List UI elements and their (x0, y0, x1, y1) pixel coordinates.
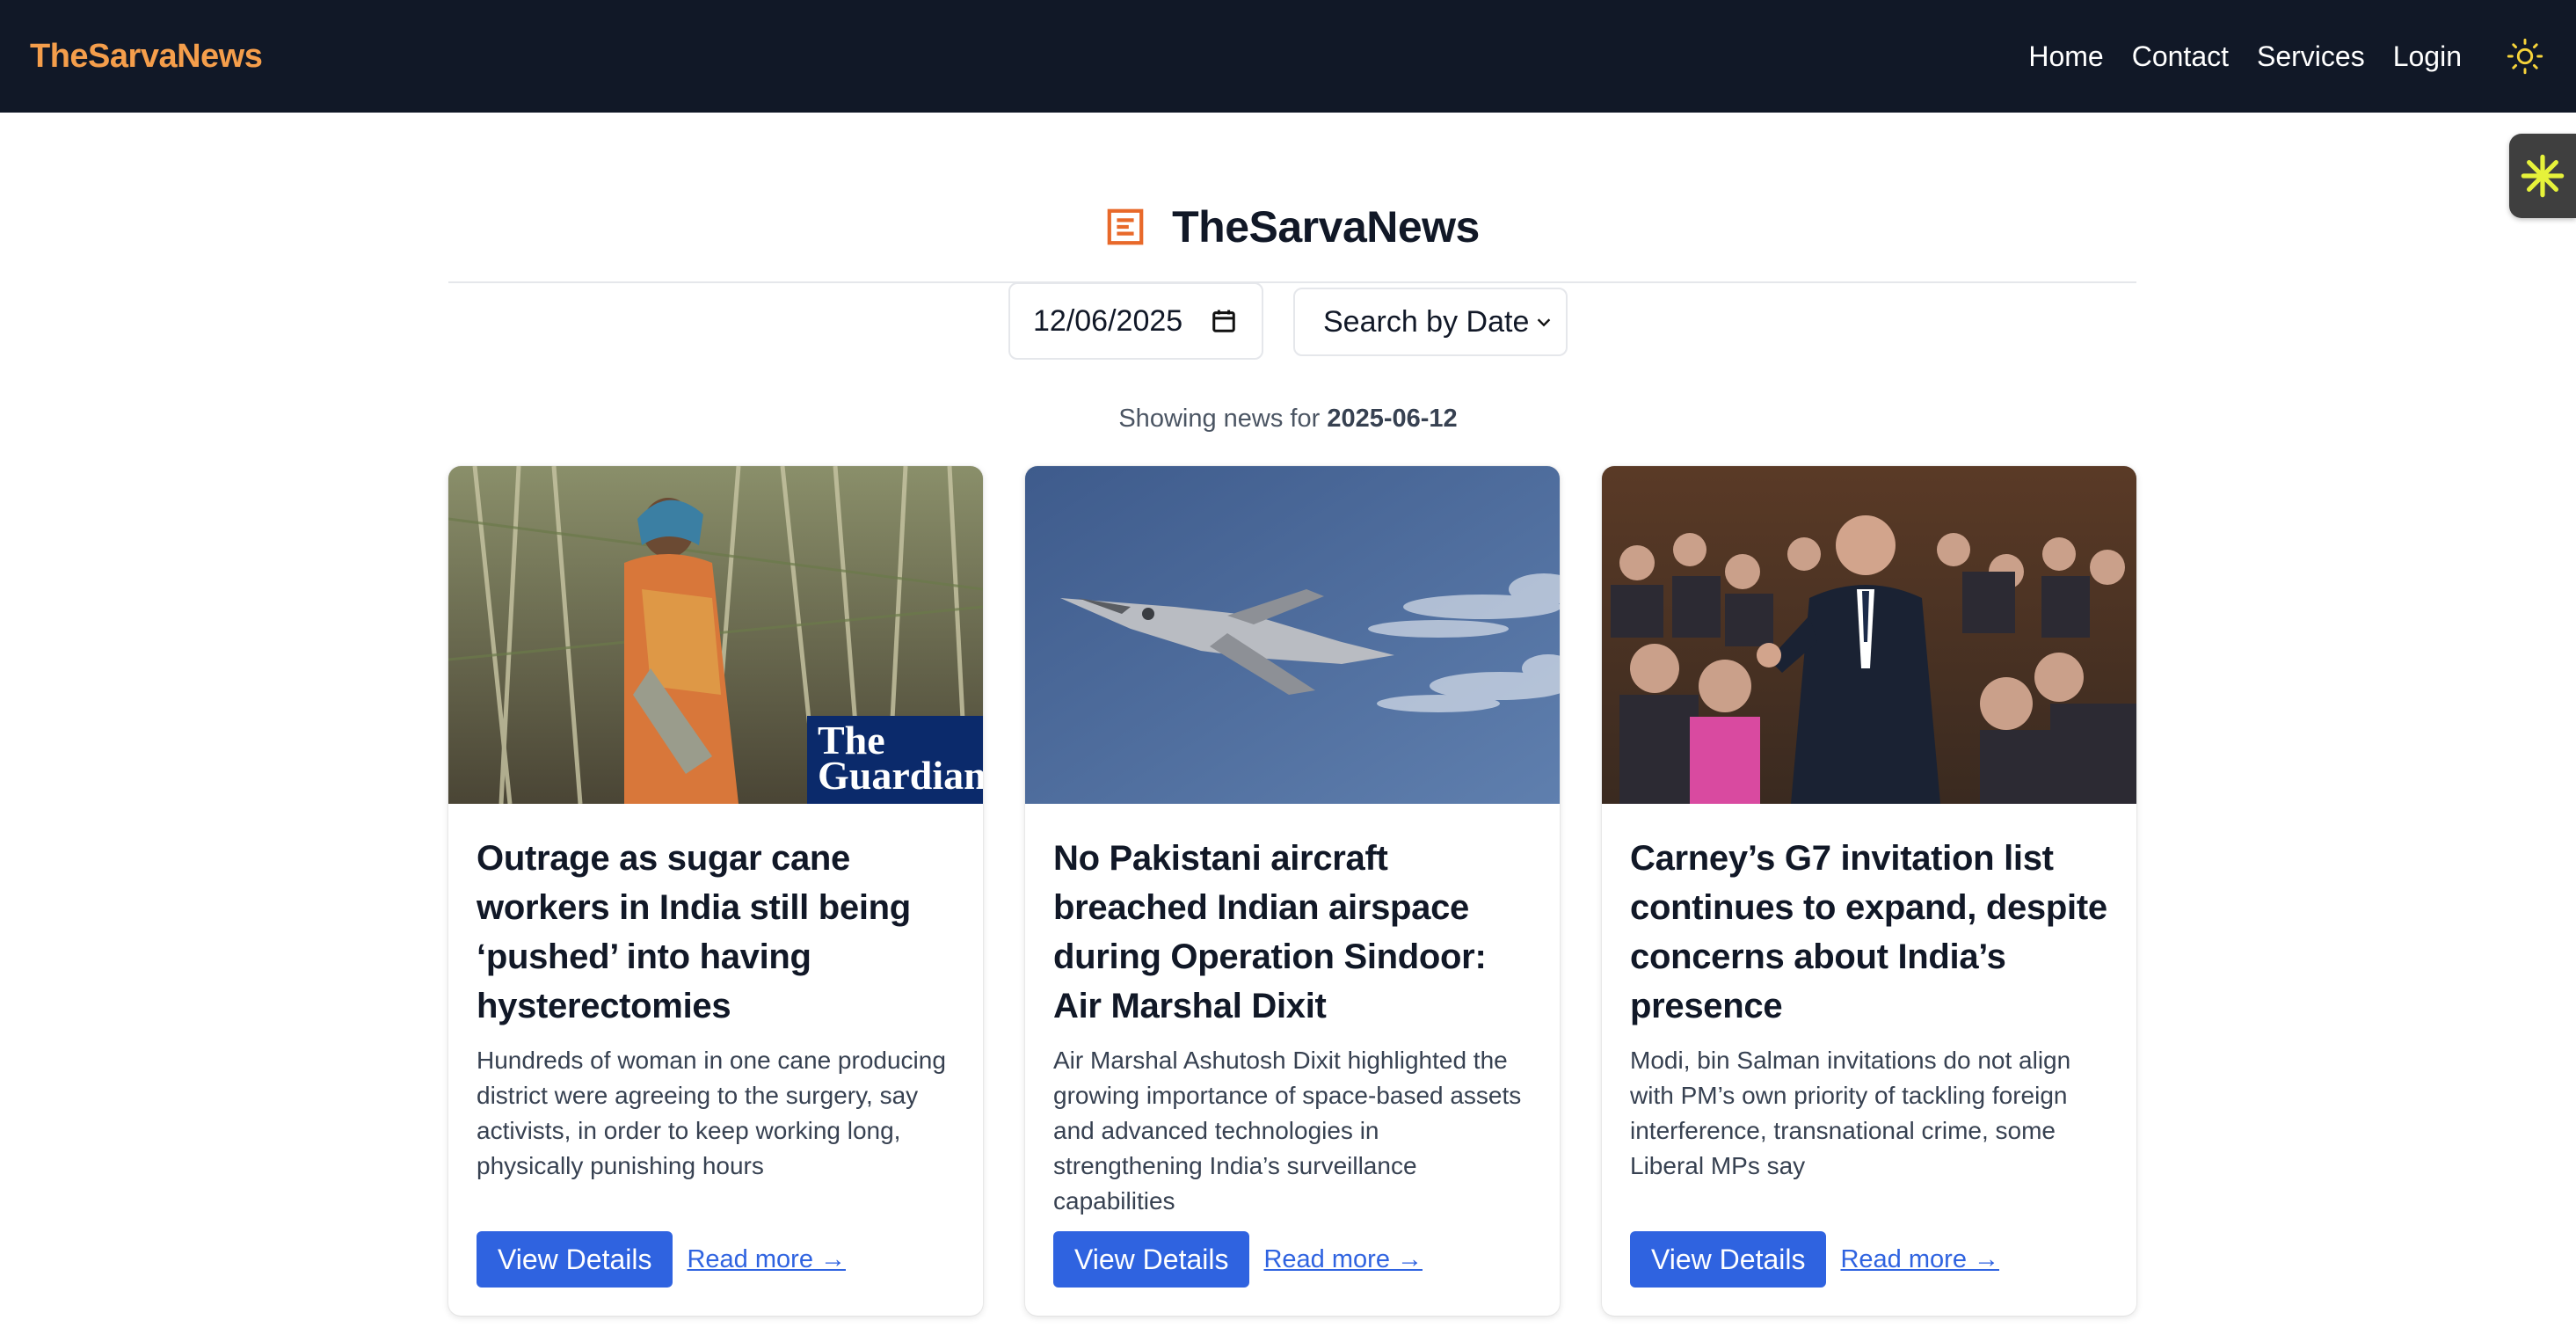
news-card-image[interactable] (1025, 466, 1560, 804)
results-status-date: 2025-06-12 (1327, 405, 1458, 433)
news-card: The Guardian Outrage as sugar cane worker… (448, 466, 983, 1316)
view-details-button[interactable]: View Details (1053, 1231, 1250, 1288)
news-card-image[interactable]: The Guardian (448, 466, 983, 804)
newspaper-icon (1107, 208, 1144, 245)
news-card-title[interactable]: Carney’s G7 invitation list continues to… (1630, 834, 2108, 1031)
fighter-jet-photo (1025, 466, 1560, 804)
page-title: TheSarvaNews (1172, 202, 1480, 252)
news-card: Carney’s G7 invitation list continues to… (1602, 466, 2136, 1316)
nav-home-link[interactable]: Home (2028, 40, 2103, 73)
news-card-description: Modi, bin Salman invitations do not alig… (1630, 1047, 2071, 1179)
news-card-description: Hundreds of woman in one cane producing … (477, 1047, 946, 1179)
date-input[interactable]: 12/06/2025 (1008, 282, 1263, 360)
nav-login-link[interactable]: Login (2393, 40, 2462, 73)
view-details-button[interactable]: View Details (477, 1231, 673, 1288)
results-status-prefix: Showing news for (1118, 405, 1328, 433)
floating-widget-button[interactable] (2509, 134, 2576, 218)
calendar-icon[interactable] (1211, 308, 1237, 334)
nav-links: Home Contact Services Login (2028, 35, 2546, 77)
sun-icon (2507, 38, 2543, 75)
chevron-down-icon (1537, 318, 1551, 327)
theme-toggle-button[interactable] (2504, 35, 2546, 77)
guardian-watermark: The Guardian (807, 716, 983, 804)
parliament-photo (1602, 466, 2136, 804)
news-card-actions: View Details Read more → (1053, 1231, 1423, 1288)
nav-services-link[interactable]: Services (2257, 40, 2365, 73)
search-mode-select[interactable]: Search by Date (1293, 288, 1568, 356)
read-more-link[interactable]: Read more → (1263, 1245, 1423, 1274)
read-more-link[interactable]: Read more → (687, 1245, 846, 1274)
asterisk-icon (2521, 154, 2565, 198)
news-card-actions: View Details Read more → (1630, 1231, 1999, 1288)
view-details-button[interactable]: View Details (1630, 1231, 1827, 1288)
nav-contact-link[interactable]: Contact (2132, 40, 2229, 73)
news-card-title[interactable]: Outrage as sugar cane workers in India s… (477, 834, 955, 1031)
news-card: No Pakistani aircraft breached Indian ai… (1025, 466, 1560, 1316)
read-more-link[interactable]: Read more → (1840, 1245, 1999, 1274)
filter-bar: 12/06/2025 Search by Date (0, 282, 2576, 360)
results-status: Showing news for 2025-06-12 (0, 405, 2576, 434)
news-card-image[interactable] (1602, 466, 2136, 804)
site-header: TheSarvaNews (448, 185, 2136, 283)
news-card-description: Air Marshal Ashutosh Dixit highlighted t… (1053, 1047, 1522, 1215)
news-card-actions: View Details Read more → (477, 1231, 846, 1288)
top-navbar: TheSarvaNews Home Contact Services Login (0, 0, 2576, 113)
brand-link[interactable]: TheSarvaNews (30, 38, 263, 76)
date-input-value: 12/06/2025 (1033, 303, 1183, 338)
news-grid: The Guardian Outrage as sugar cane worker… (448, 466, 2136, 1316)
search-mode-value: Search by Date (1323, 304, 1530, 339)
news-card-title[interactable]: No Pakistani aircraft breached Indian ai… (1053, 834, 1532, 1031)
